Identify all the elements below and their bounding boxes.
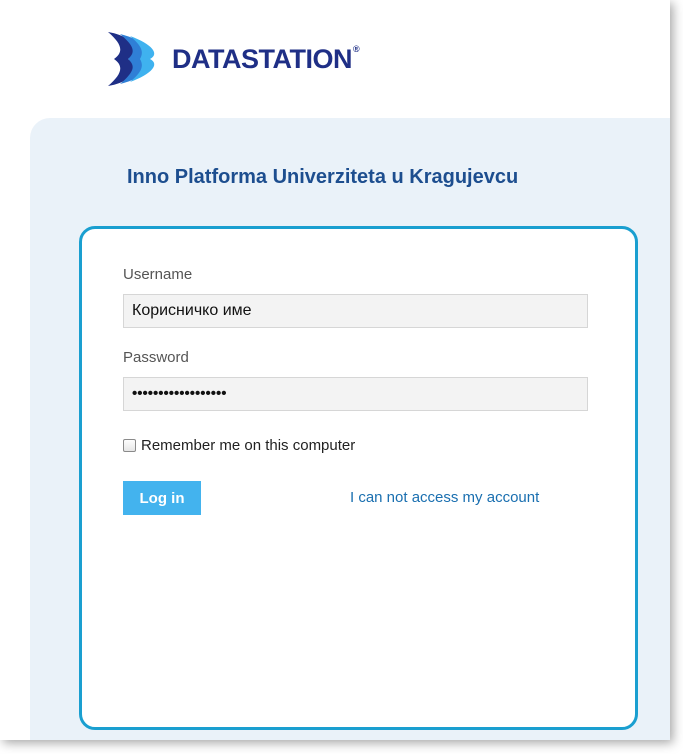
username-label: Username — [123, 266, 193, 283]
datastation-logo-icon — [108, 32, 155, 86]
remember-me-option[interactable]: Remember me on this computer — [123, 437, 355, 454]
account-access-link[interactable]: I can not access my account — [350, 489, 539, 506]
page-title: Inno Platforma Univerziteta u Kragujevcu — [127, 166, 519, 188]
registered-mark: ® — [352, 43, 360, 54]
datastation-logo: DATASTATION® — [100, 28, 360, 90]
password-field[interactable]: •••••••••••••••••• — [123, 377, 588, 411]
login-card: Username Password •••••••••••••••••• Rem… — [79, 226, 638, 730]
password-label: Password — [123, 349, 189, 366]
login-window: DATASTATION® Inno Platforma Univerziteta… — [0, 0, 670, 740]
login-button[interactable]: Log in — [123, 481, 201, 515]
remember-me-label[interactable]: Remember me on this computer — [141, 437, 355, 454]
brand-name: DATASTATION — [172, 43, 352, 74]
login-panel: Inno Platforma Univerziteta u Kragujevcu… — [30, 118, 670, 740]
username-field[interactable] — [123, 294, 588, 328]
remember-me-checkbox[interactable] — [123, 439, 136, 452]
logo-text: DATASTATION® — [172, 43, 360, 75]
